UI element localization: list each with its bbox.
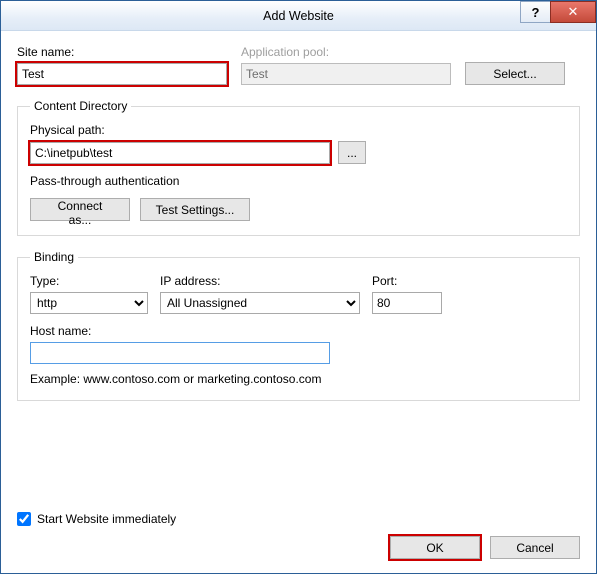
binding-legend: Binding xyxy=(30,250,78,264)
type-select[interactable]: http xyxy=(30,292,148,314)
dialog-body: Site name: Application pool: Select... C… xyxy=(1,31,596,425)
port-input[interactable] xyxy=(372,292,442,314)
dialog-footer: Start Website immediately OK Cancel xyxy=(17,512,580,559)
close-button[interactable]: ✕ xyxy=(550,1,596,23)
ok-button[interactable]: OK xyxy=(390,536,480,559)
window-title: Add Website xyxy=(1,9,596,23)
ip-address-select[interactable]: All Unassigned xyxy=(160,292,360,314)
type-label: Type: xyxy=(30,274,148,288)
titlebar: Add Website ? ✕ xyxy=(1,1,596,31)
site-name-input[interactable] xyxy=(17,63,227,85)
content-directory-group: Content Directory Physical path: ... Pas… xyxy=(17,99,580,236)
application-pool-label: Application pool: xyxy=(241,45,451,59)
test-settings-button[interactable]: Test Settings... xyxy=(140,198,250,221)
passthrough-label: Pass-through authentication xyxy=(30,174,567,188)
add-website-dialog: Add Website ? ✕ Site name: Application p… xyxy=(0,0,597,574)
connect-as-button[interactable]: Connect as... xyxy=(30,198,130,221)
application-pool-input xyxy=(241,63,451,85)
physical-path-input[interactable] xyxy=(30,142,330,164)
window-controls: ? ✕ xyxy=(520,1,596,23)
browse-button[interactable]: ... xyxy=(338,141,366,164)
host-name-example: Example: www.contoso.com or marketing.co… xyxy=(30,372,567,386)
host-name-label: Host name: xyxy=(30,324,330,338)
cancel-button[interactable]: Cancel xyxy=(490,536,580,559)
site-name-label: Site name: xyxy=(17,45,227,59)
start-immediately-label: Start Website immediately xyxy=(37,512,176,526)
close-icon: ✕ xyxy=(568,4,579,20)
host-name-input[interactable] xyxy=(30,342,330,364)
ip-address-label: IP address: xyxy=(160,274,360,288)
physical-path-label: Physical path: xyxy=(30,123,567,137)
port-label: Port: xyxy=(372,274,442,288)
help-button[interactable]: ? xyxy=(520,1,550,23)
select-button[interactable]: Select... xyxy=(465,62,565,85)
binding-group: Binding Type: http IP address: All Unass… xyxy=(17,250,580,401)
help-icon: ? xyxy=(532,5,540,20)
content-directory-legend: Content Directory xyxy=(30,99,131,113)
start-immediately-checkbox[interactable] xyxy=(17,512,31,526)
